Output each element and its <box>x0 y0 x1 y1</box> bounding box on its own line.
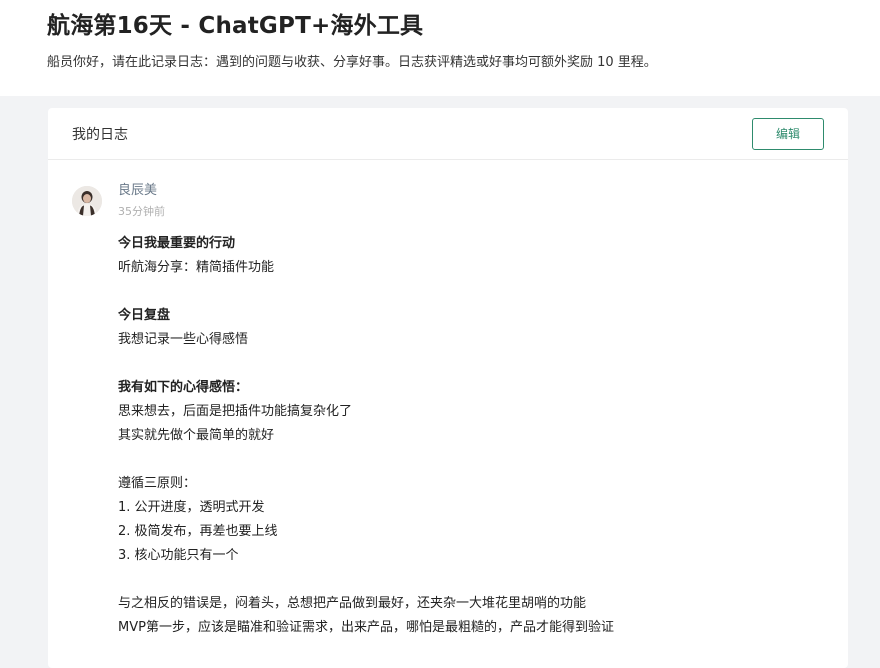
card-header: 我的日志 编辑 <box>48 108 848 160</box>
avatar[interactable] <box>72 186 102 216</box>
edit-button[interactable]: 编辑 <box>752 117 824 150</box>
entry-line: 与之相反的错误是，闷着头，总想把产品做到最好，还夹杂一大堆花里胡哨的功能 <box>118 596 587 611</box>
entry-line: MVP第一步，应该是瞄准和验证需求，出来产品，哪怕是最粗糙的，产品才能得到验证 <box>118 620 614 635</box>
section-heading: 今日复盘 <box>118 308 171 323</box>
card-title: 我的日志 <box>72 126 128 143</box>
entry-body: 今日我最重要的行动 听航海分享：精简插件功能 今日复盘 我想记录一些心得感悟 我… <box>118 232 824 640</box>
list-item: 3. 核心功能只有一个 <box>118 548 239 563</box>
entry-timestamp: 35分钟前 <box>118 205 165 218</box>
entry-line: 听航海分享：精简插件功能 <box>118 260 275 275</box>
section-heading: 我有如下的心得感悟： <box>118 380 249 395</box>
user-avatar-icon <box>72 186 102 216</box>
author-name[interactable]: 良辰美 <box>118 182 824 200</box>
page-title: 航海第16天 - ChatGPT+海外工具 <box>47 13 424 39</box>
page-subtitle: 船员你好，请在此记录日志：遇到的问题与收获、分享好事。日志获评精选或好事均可额外… <box>47 55 657 70</box>
list-item: 1. 公开进度，透明式开发 <box>118 500 265 515</box>
entry-line: 思来想去，后面是把插件功能搞复杂化了 <box>118 404 353 419</box>
entry-line: 遵循三原则： <box>118 476 197 491</box>
journal-entry: 良辰美 35分钟前 今日我最重要的行动 听航海分享：精简插件功能 今日复盘 我想… <box>48 160 848 640</box>
entry-line: 其实就先做个最简单的就好 <box>118 428 275 443</box>
entry-line: 我想记录一些心得感悟 <box>118 332 249 347</box>
section-heading: 今日我最重要的行动 <box>118 236 236 251</box>
journal-card: 我的日志 编辑 良辰美 35分钟前 今日我最重要的行动 听航海分享：精简插件功能… <box>48 108 848 668</box>
page-header: 航海第16天 - ChatGPT+海外工具 船员你好，请在此记录日志：遇到的问题… <box>0 0 880 96</box>
list-item: 2. 极简发布，再差也要上线 <box>118 524 278 539</box>
